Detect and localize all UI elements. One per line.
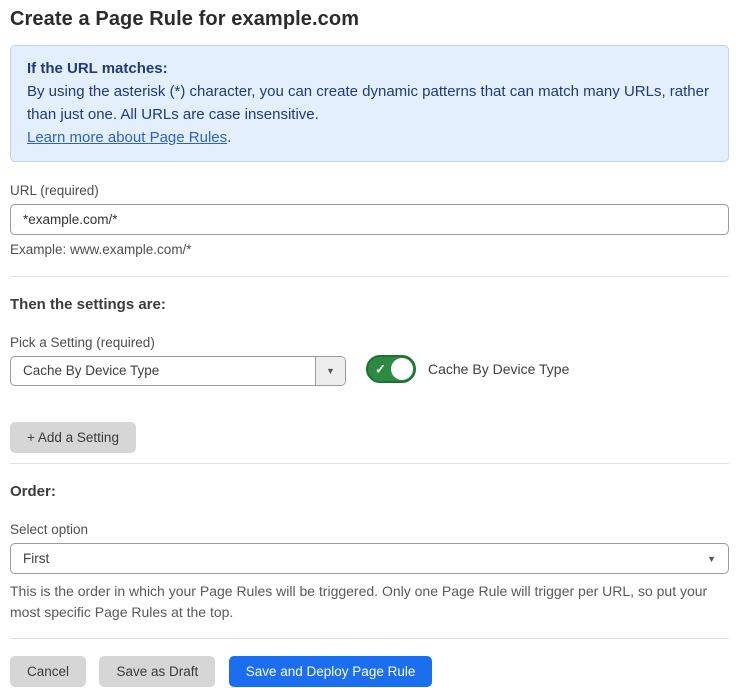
toggle-knob — [391, 358, 413, 380]
setting-row: Pick a Setting (required) Cache By Devic… — [10, 335, 729, 386]
divider — [10, 276, 729, 277]
order-section-heading: Order: — [10, 483, 729, 500]
url-field-label: URL (required) — [10, 183, 729, 198]
setting-picker-label: Pick a Setting (required) — [10, 335, 346, 350]
save-and-deploy-button[interactable]: Save and Deploy Page Rule — [229, 656, 433, 687]
learn-more-link[interactable]: Learn more about Page Rules — [27, 129, 227, 146]
url-match-info-box: If the URL matches: By using the asteris… — [10, 45, 729, 162]
setting-select[interactable]: Cache By Device Type ▼ — [10, 356, 346, 386]
page-rule-form: Create a Page Rule for example.com If th… — [0, 0, 750, 687]
url-input[interactable] — [10, 204, 729, 235]
footer-actions: Cancel Save as Draft Save and Deploy Pag… — [10, 656, 729, 687]
add-setting-button[interactable]: + Add a Setting — [10, 422, 136, 453]
info-box-body: By using the asterisk (*) character, you… — [27, 80, 712, 126]
link-suffix: . — [227, 129, 231, 146]
toggle-group: ✓ Cache By Device Type — [366, 355, 569, 383]
order-select[interactable]: First ▼ — [10, 543, 729, 574]
order-select-label: Select option — [10, 522, 729, 537]
order-select-value: First — [11, 544, 728, 573]
chevron-down-icon[interactable]: ▼ — [315, 357, 345, 385]
url-example-helper: Example: www.example.com/* — [10, 242, 729, 257]
toggle-label: Cache By Device Type — [428, 361, 569, 377]
cancel-button[interactable]: Cancel — [10, 656, 86, 687]
page-title: Create a Page Rule for example.com — [10, 8, 729, 31]
divider — [10, 638, 729, 639]
info-box-link-line: Learn more about Page Rules. — [27, 126, 712, 149]
divider — [10, 463, 729, 464]
chevron-down-icon: ▼ — [707, 554, 716, 564]
setting-picker-column: Pick a Setting (required) Cache By Devic… — [10, 335, 346, 386]
info-box-heading: If the URL matches: — [27, 57, 712, 80]
setting-select-value: Cache By Device Type — [11, 357, 315, 385]
cache-by-device-type-toggle[interactable]: ✓ — [366, 355, 416, 383]
settings-section-heading: Then the settings are: — [10, 296, 729, 313]
save-as-draft-button[interactable]: Save as Draft — [99, 656, 215, 687]
order-helper-text: This is the order in which your Page Rul… — [10, 581, 729, 623]
check-icon: ✓ — [375, 363, 386, 376]
